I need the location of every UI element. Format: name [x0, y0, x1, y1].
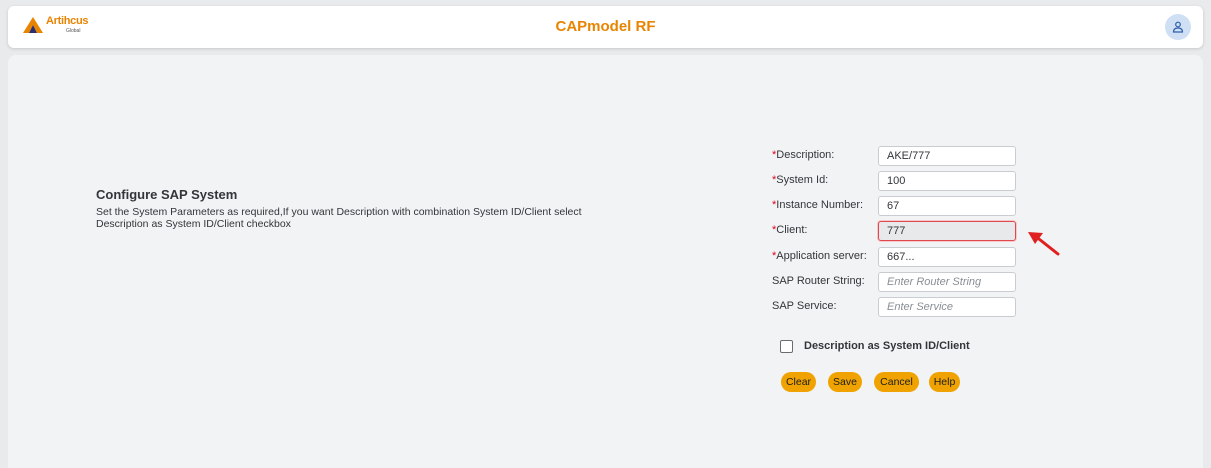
- client-label: *Client:: [772, 224, 808, 236]
- user-profile-button[interactable]: [1165, 14, 1191, 40]
- main-panel: [8, 55, 1203, 468]
- annotation-arrow-icon: [1028, 232, 1060, 256]
- app-header: Artihcus Global CAPmodel RF: [8, 6, 1203, 48]
- router-string-input[interactable]: Enter Router String: [878, 272, 1016, 292]
- client-input[interactable]: 777: [878, 221, 1016, 241]
- instance-number-input[interactable]: 67: [878, 196, 1016, 216]
- system-id-input[interactable]: 100: [878, 171, 1016, 191]
- instance-number-label: *Instance Number:: [772, 199, 864, 211]
- system-id-label: *System Id:: [772, 174, 829, 186]
- service-label: SAP Service:: [772, 300, 837, 312]
- user-icon: [1172, 21, 1184, 33]
- app-title: CAPmodel RF: [555, 18, 656, 35]
- save-button[interactable]: Save: [828, 372, 862, 392]
- description-checkbox-label: Description as System ID/Client: [804, 340, 970, 352]
- description-label: *Description:: [772, 149, 835, 161]
- section-description: Set the System Parameters as required,If…: [96, 206, 582, 230]
- application-server-label: *Application server:: [772, 250, 867, 262]
- clear-button[interactable]: Clear: [781, 372, 816, 392]
- application-server-input[interactable]: 667...: [878, 247, 1016, 267]
- description-input[interactable]: AKE/777: [878, 146, 1016, 166]
- description-checkbox[interactable]: [780, 340, 793, 353]
- help-button[interactable]: Help: [929, 372, 960, 392]
- cancel-button[interactable]: Cancel: [874, 372, 919, 392]
- service-input[interactable]: Enter Service: [878, 297, 1016, 317]
- router-string-label: SAP Router String:: [772, 275, 865, 287]
- section-title: Configure SAP System: [96, 187, 238, 202]
